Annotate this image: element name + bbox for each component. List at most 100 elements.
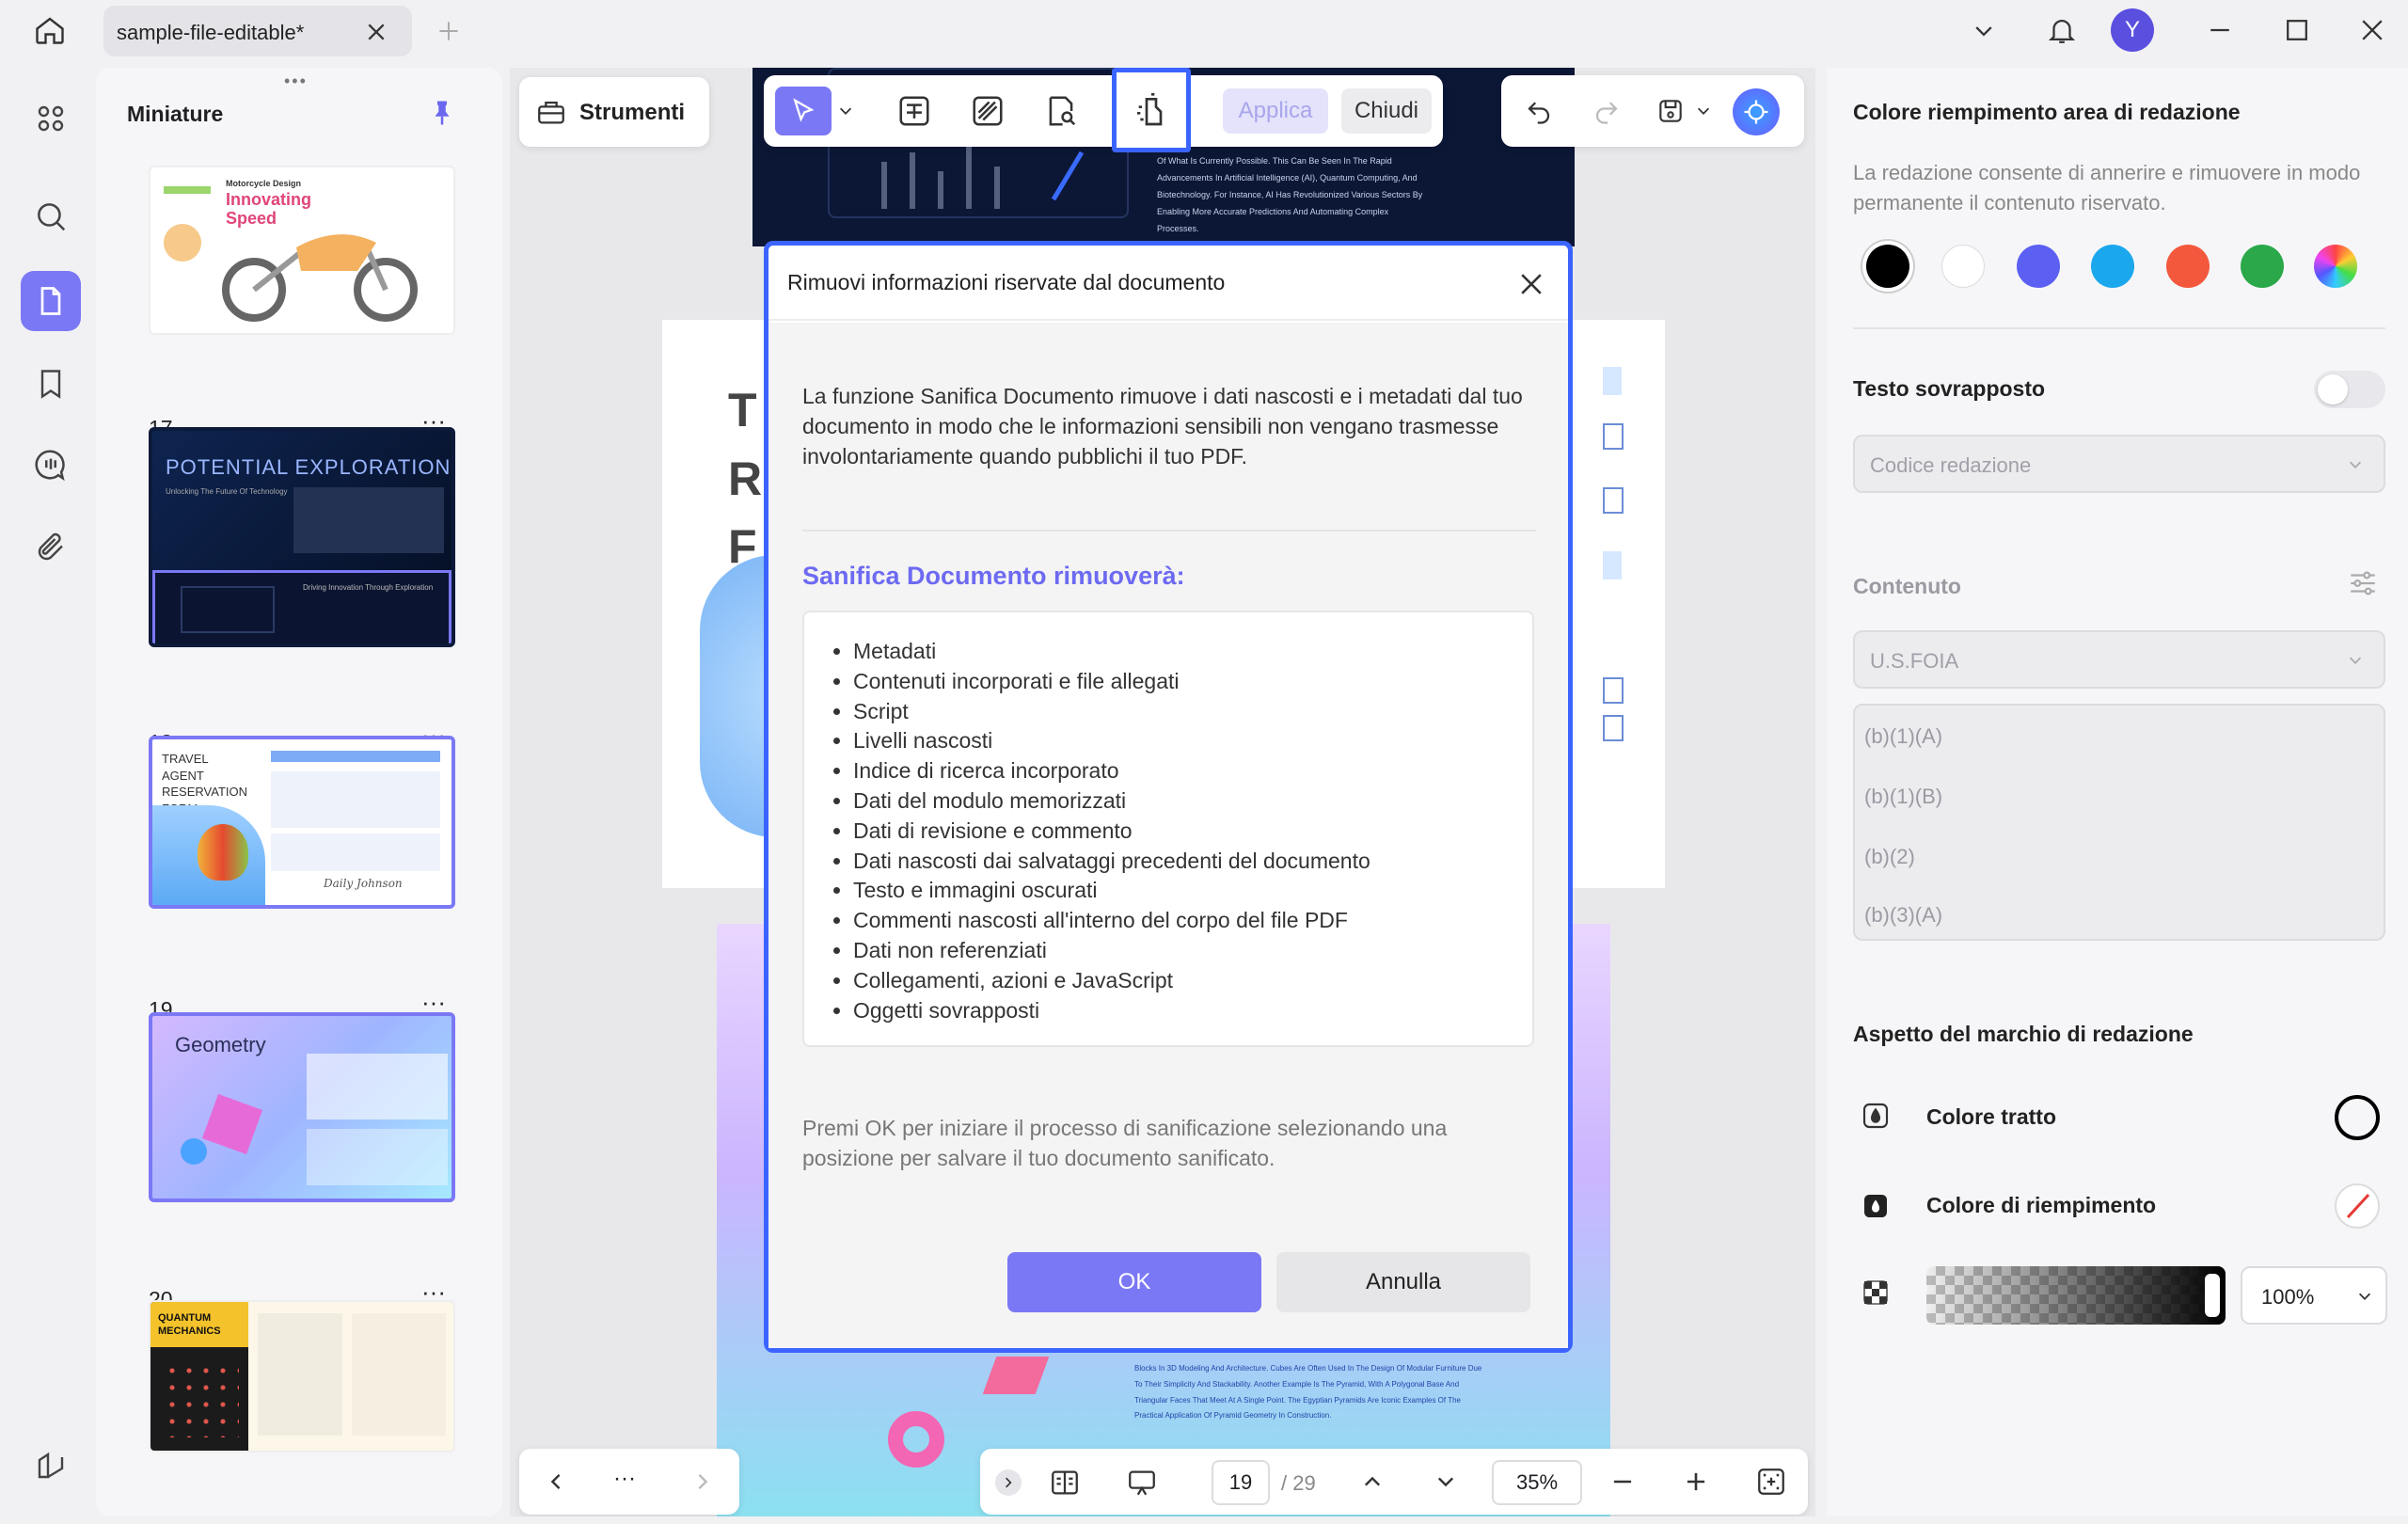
bell-icon[interactable] <box>2043 9 2081 51</box>
cancel-button[interactable]: Annulla <box>1276 1252 1530 1312</box>
page-layout-icon[interactable] <box>1046 1464 1084 1501</box>
thumbnail-page-18[interactable]: POTENTIAL EXPLORATION Unlocking The Futu… <box>149 427 455 647</box>
list-item: Livelli nascosti <box>853 726 1370 756</box>
content-item[interactable]: (b)(1)(B) <box>1864 785 1942 809</box>
thumb20-sphere <box>181 1138 207 1165</box>
swatch-white[interactable] <box>1941 245 1985 288</box>
redaction-toolbar: Applica Chiudi <box>764 68 1443 152</box>
stroke-color-label: Colore tratto <box>1926 1104 2056 1129</box>
overlay-text-title: Testo sovrapposto <box>1853 376 2046 401</box>
search-icon[interactable] <box>21 186 81 246</box>
chevron-right-icon[interactable] <box>687 1466 719 1498</box>
sanitize-document-icon[interactable] <box>1112 68 1191 152</box>
pages-icon[interactable] <box>21 271 81 331</box>
apps-grid-icon[interactable] <box>21 88 81 149</box>
thumb20-diagram <box>307 1054 448 1119</box>
new-tab-icon[interactable] <box>435 17 463 45</box>
presentation-icon[interactable] <box>1121 1464 1163 1501</box>
list-item: Oggetti sovrapposti <box>853 996 1370 1026</box>
maximize-icon[interactable] <box>2278 13 2316 47</box>
thumb18-sub: Unlocking The Future Of Technology <box>166 487 288 496</box>
swatch-custom-color-icon[interactable] <box>2314 245 2357 288</box>
document-tab[interactable]: sample-file-editable* <box>103 6 412 56</box>
thumbnail-page-20[interactable]: Geometry <box>149 1012 455 1202</box>
swatch-orange[interactable] <box>2166 245 2210 288</box>
pin-icon[interactable] <box>425 94 459 132</box>
collapse-toolbar-icon[interactable] <box>995 1469 1022 1496</box>
zoom-out-icon[interactable] <box>1607 1466 1639 1498</box>
close-redaction-button[interactable]: Chiudi <box>1341 88 1432 134</box>
opacity-slider-handle[interactable] <box>2205 1274 2220 1317</box>
swatch-cyan[interactable] <box>2091 245 2134 288</box>
stroke-color-swatch[interactable] <box>2335 1095 2380 1140</box>
avatar[interactable]: Y <box>2111 8 2154 52</box>
thumb21-dots <box>164 1362 239 1437</box>
redaction-code-select[interactable]: Codice redazione <box>1853 435 2385 493</box>
thumbnail-page-19[interactable]: TRAVEL AGENT RESERVATION FORM Daily John… <box>149 736 455 909</box>
sanitize-dialog: Rimuovi informazioni riservate dal docum… <box>764 241 1573 1353</box>
view-toolbar: 19 / 29 35% <box>980 1449 1808 1515</box>
list-item: Dati non referenziati <box>853 936 1370 966</box>
ai-assistant-icon[interactable] <box>1733 88 1780 135</box>
fit-page-icon[interactable] <box>1753 1464 1789 1500</box>
history-toolbar <box>1501 75 1804 147</box>
apply-button[interactable]: Applica <box>1223 88 1328 134</box>
opacity-slider[interactable] <box>1926 1266 2226 1325</box>
zoom-in-icon[interactable] <box>1680 1466 1712 1498</box>
content-select[interactable]: U.S.FOIA <box>1853 630 2385 689</box>
page-number-input[interactable]: 19 <box>1212 1460 1270 1505</box>
prev-page-icon[interactable] <box>1356 1466 1388 1498</box>
redaction-properties-panel: Colore riempimento area di redazione La … <box>1827 68 2408 1516</box>
content-item[interactable]: (b)(2) <box>1864 845 1915 869</box>
content-item[interactable]: (b)(1)(A) <box>1864 724 1942 749</box>
thumbnail-page-21[interactable]: QUANTUM MECHANICS <box>149 1300 455 1453</box>
thumbnail-page-17[interactable]: Motorcycle Design Innovating Speed <box>149 166 455 335</box>
swatch-black[interactable] <box>1866 245 1909 288</box>
settings-sliders-icon[interactable] <box>2344 564 2382 602</box>
search-redact-icon[interactable] <box>1038 88 1084 134</box>
thumbnails-title: Miniature <box>127 102 224 126</box>
list-item: Dati di revisione e commento <box>853 817 1370 847</box>
redo-icon[interactable] <box>1588 92 1625 130</box>
minimize-icon[interactable] <box>2201 13 2239 47</box>
close-window-icon[interactable] <box>2353 13 2391 47</box>
bg-text-line: Biotechnology. For Instance, AI Has Revo… <box>1157 190 1423 199</box>
tools-button[interactable]: Strumenti <box>519 77 709 147</box>
redact-text-icon[interactable] <box>892 88 937 134</box>
close-dialog-icon[interactable] <box>1513 266 1549 302</box>
drag-handle-icon[interactable]: ••• <box>284 71 308 91</box>
redact-area-icon[interactable] <box>965 88 1010 134</box>
next-page-icon[interactable] <box>1430 1466 1462 1498</box>
thumbnails-panel: ••• Miniature Motorcycle Design Innovati… <box>96 68 502 1516</box>
dialog-body: La funzione Sanifica Documento rimuove i… <box>768 323 1568 1348</box>
select-dropdown-icon[interactable] <box>835 98 856 124</box>
select-tool-icon[interactable] <box>775 87 832 135</box>
comment-icon[interactable] <box>21 435 81 495</box>
chevron-left-icon[interactable] <box>540 1466 572 1498</box>
opacity-select[interactable]: 100% <box>2241 1266 2387 1325</box>
chevron-down-icon <box>2344 649 2367 672</box>
ok-button[interactable]: OK <box>1007 1252 1261 1312</box>
swatch-green[interactable] <box>2241 245 2284 288</box>
appearance-title: Aspetto del marchio di redazione <box>1853 1022 2194 1046</box>
list-item: Indice di ricerca incorporato <box>853 756 1370 786</box>
attachment-icon[interactable] <box>21 517 81 578</box>
content-item[interactable]: (b)(3)(A) <box>1864 903 1942 928</box>
hot-air-balloon <box>198 824 248 881</box>
list-item: Dati del modulo memorizzati <box>853 786 1370 817</box>
bookmark-icon[interactable] <box>21 354 81 414</box>
overlay-text-toggle[interactable] <box>2314 371 2385 408</box>
more-pages-icon[interactable]: ··· <box>613 1466 636 1492</box>
undo-icon[interactable] <box>1520 92 1558 130</box>
chevron-down-icon[interactable] <box>1968 15 2000 47</box>
sidebar-toggle-icon[interactable] <box>21 1436 81 1496</box>
swatch-blue[interactable] <box>2017 245 2060 288</box>
zoom-level[interactable]: 35% <box>1492 1460 1582 1505</box>
save-icon[interactable] <box>1652 92 1689 130</box>
close-tab-icon[interactable] <box>363 19 389 45</box>
fill-color-none-swatch[interactable] <box>2335 1183 2380 1229</box>
title-bar: sample-file-editable* Y <box>0 0 2408 60</box>
home-icon[interactable] <box>26 11 73 49</box>
opacity-checker-icon <box>1859 1274 1893 1311</box>
save-dropdown-icon[interactable] <box>1693 100 1714 122</box>
